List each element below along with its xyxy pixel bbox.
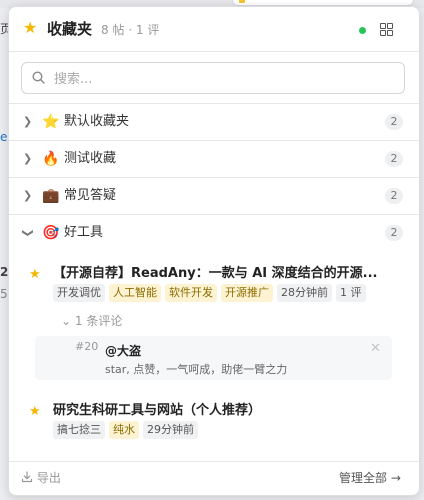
close-icon[interactable]: ✕ [370,342,381,356]
folder-label: 常见答疑 [64,188,117,203]
search-input[interactable] [52,67,396,91]
folder-label: 好工具 [64,225,104,240]
briefcase-emoji-icon: 💼 [42,188,60,204]
background-text-fragment: 5 [0,287,8,301]
folder-count-badge: 2 [385,151,403,167]
tag[interactable]: 开发调优 [53,284,105,302]
post-time: 28分钟前 [277,284,332,302]
tag[interactable]: 搞七捻三 [53,421,105,439]
target-emoji-icon: 🎯 [42,225,60,241]
star-emoji-icon: ⭐ [42,114,60,130]
post-time: 29分钟前 [143,421,198,439]
export-button[interactable]: 导出 [21,470,61,486]
folder-count-badge: 2 [385,114,403,130]
tag[interactable]: 人工智能 [109,284,161,302]
grid-view-icon[interactable] [380,23,393,36]
post-tags: 搞七捻三 纯水 29分钟前 [53,421,202,439]
folder-default[interactable]: ❯ ⭐ 默认收藏夹 2 [9,104,419,140]
star-icon: ★ [29,404,41,419]
comments-toggle-label: 1 条评论 [74,314,123,328]
chevron-right-icon: ❯ [23,152,33,165]
post-tags: 开发调优 人工智能 软件开发 开源推广 28分钟前 1 评 [53,284,370,302]
divider [9,51,419,52]
search-icon [32,71,45,84]
post-title-link[interactable]: 【开源自荐】ReadAny：一款与 AI 深度结合的开源... [53,266,377,282]
chevron-down-icon: ⌄ [61,314,72,328]
folder-label: 测试收藏 [64,151,117,166]
export-label: 导出 [36,471,61,485]
comment-count: 1 评 [336,284,366,302]
favorites-summary: 8 帖 · 1 评 [101,23,160,37]
popup-header: ★ 收藏夹 8 帖 · 1 评 [9,7,419,51]
popup-footer: 导出 管理全部 → [9,462,419,494]
star-icon: ★ [23,18,38,37]
tag[interactable]: 开源推广 [221,284,273,302]
comment-text: star, 点赞，一气呵成，助佬一臂之力 [105,363,288,376]
popup-title: 收藏夹 [47,20,93,38]
status-dot [359,27,366,34]
chevron-down-icon: ❯ [21,228,35,238]
favorites-popup: ★ 收藏夹 8 帖 · 1 评 ❯ ⭐ 默认收藏夹 2 ❯ 🔥 测试收藏 2 ❯… [8,6,420,496]
folder-good-tools[interactable]: ❯ 🎯 好工具 2 [9,215,419,251]
tag[interactable]: 软件开发 [165,284,217,302]
tag[interactable]: 纯水 [109,421,139,439]
comments-toggle[interactable]: ⌄ 1 条评论 [61,314,122,328]
star-icon: ★ [29,267,41,282]
comment-username[interactable]: @大盗 [105,344,141,358]
comment-card: #20 @大盗 star, 点赞，一气呵成，助佬一臂之力 ✕ [35,336,392,380]
folder-label: 默认收藏夹 [64,114,130,129]
folder-test[interactable]: ❯ 🔥 测试收藏 2 [9,141,419,177]
folder-faq[interactable]: ❯ 💼 常见答疑 2 [9,178,419,214]
chevron-right-icon: ❯ [23,189,33,202]
folder-count-badge: 2 [385,225,403,241]
search-box [21,62,405,94]
folder-count-badge: 2 [385,188,403,204]
bookmark-indicator-icon [239,0,245,3]
comment-floor-number: #20 [75,340,99,353]
chevron-right-icon: ❯ [23,115,33,128]
manage-all-link[interactable]: 管理全部 → [339,470,401,486]
download-icon [21,471,33,483]
post-title-link[interactable]: 研究生科研工具与网站（个人推荐） [53,403,261,419]
fire-emoji-icon: 🔥 [42,151,60,167]
